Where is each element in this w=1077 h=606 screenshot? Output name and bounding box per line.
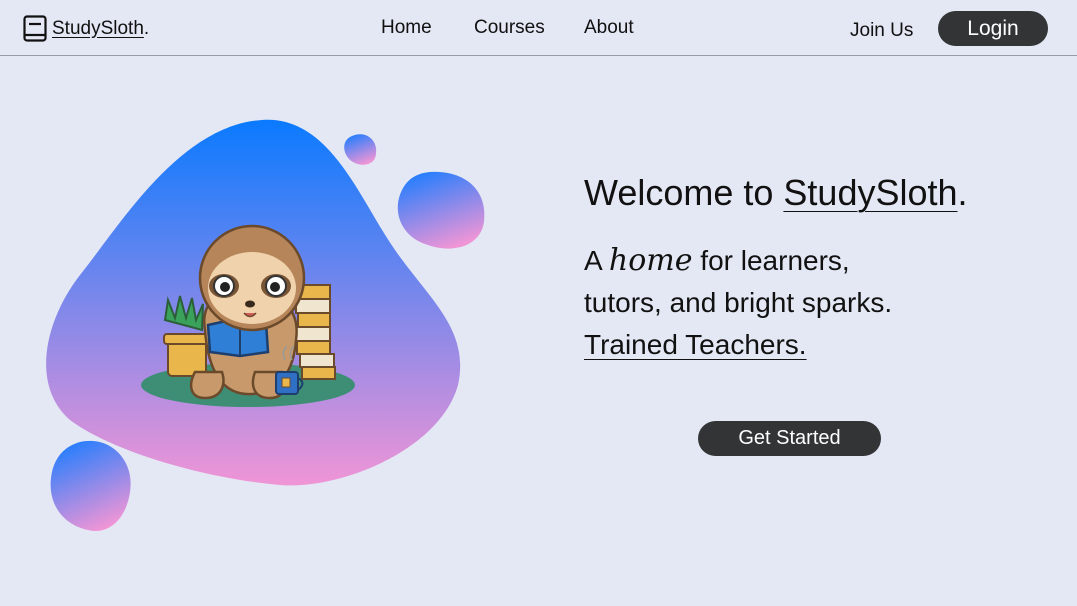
headline-brand-link[interactable]: StudySloth xyxy=(783,172,957,213)
login-button[interactable]: Login xyxy=(938,11,1048,46)
hero-illustration xyxy=(46,119,485,531)
top-navbar: StudySloth. Home Courses About Join Us L… xyxy=(0,0,1077,56)
gradient-blob-small-top xyxy=(344,134,377,165)
hero-tagline: A home for learners, tutors, and bright s… xyxy=(584,243,893,360)
logo-text: StudySloth. xyxy=(52,17,150,39)
nav-home-link[interactable]: Home xyxy=(381,17,432,39)
gradient-blob-right xyxy=(397,171,485,249)
book-stack xyxy=(294,284,336,380)
logo[interactable]: StudySloth. xyxy=(23,15,149,42)
gradient-blob-bottom-left xyxy=(50,440,131,531)
nav-about-link[interactable]: About xyxy=(584,17,634,39)
nav-courses-link[interactable]: Courses xyxy=(474,17,545,39)
tagline-script-word: home xyxy=(608,243,693,278)
join-us-link[interactable]: Join Us xyxy=(850,20,913,42)
hero-headline: Welcome to StudySloth. xyxy=(584,172,968,213)
get-started-button[interactable]: Get Started xyxy=(698,421,881,456)
book-icon xyxy=(23,15,47,42)
trained-teachers-link[interactable]: Trained Teachers. xyxy=(584,329,807,360)
